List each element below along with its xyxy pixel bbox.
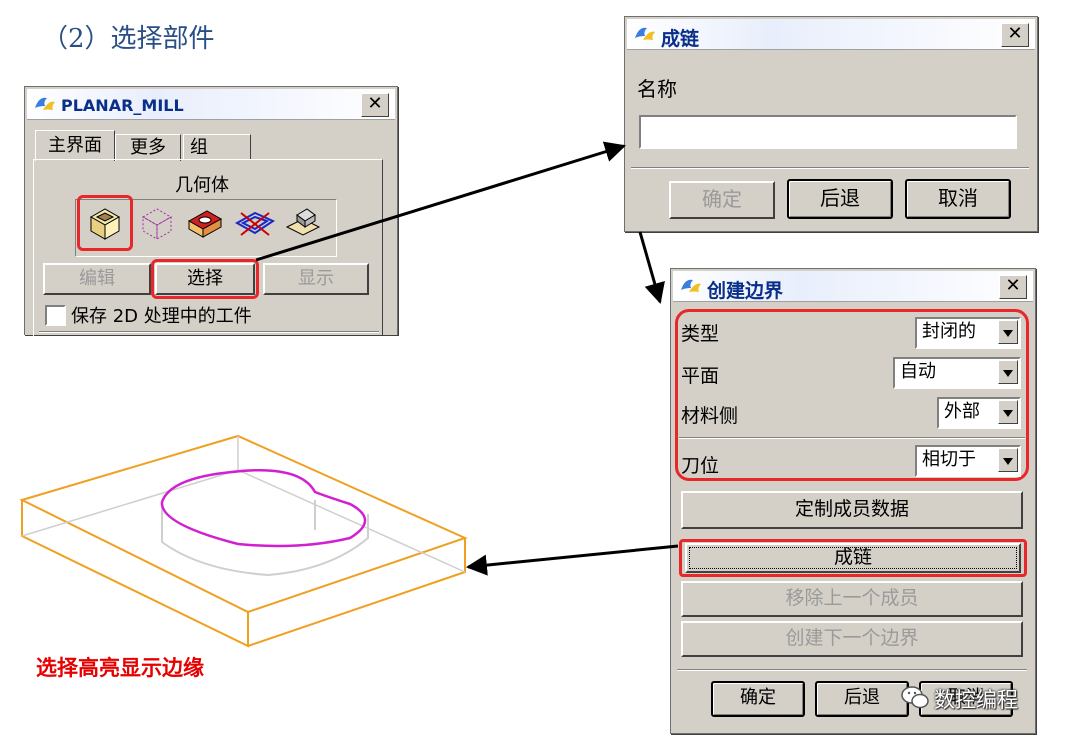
arrow-select-to-chain bbox=[255, 141, 627, 262]
arrow-chain-button-to-model bbox=[465, 544, 679, 576]
annotation-arrows bbox=[255, 141, 679, 576]
arrow-chain-to-boundary bbox=[638, 231, 665, 305]
